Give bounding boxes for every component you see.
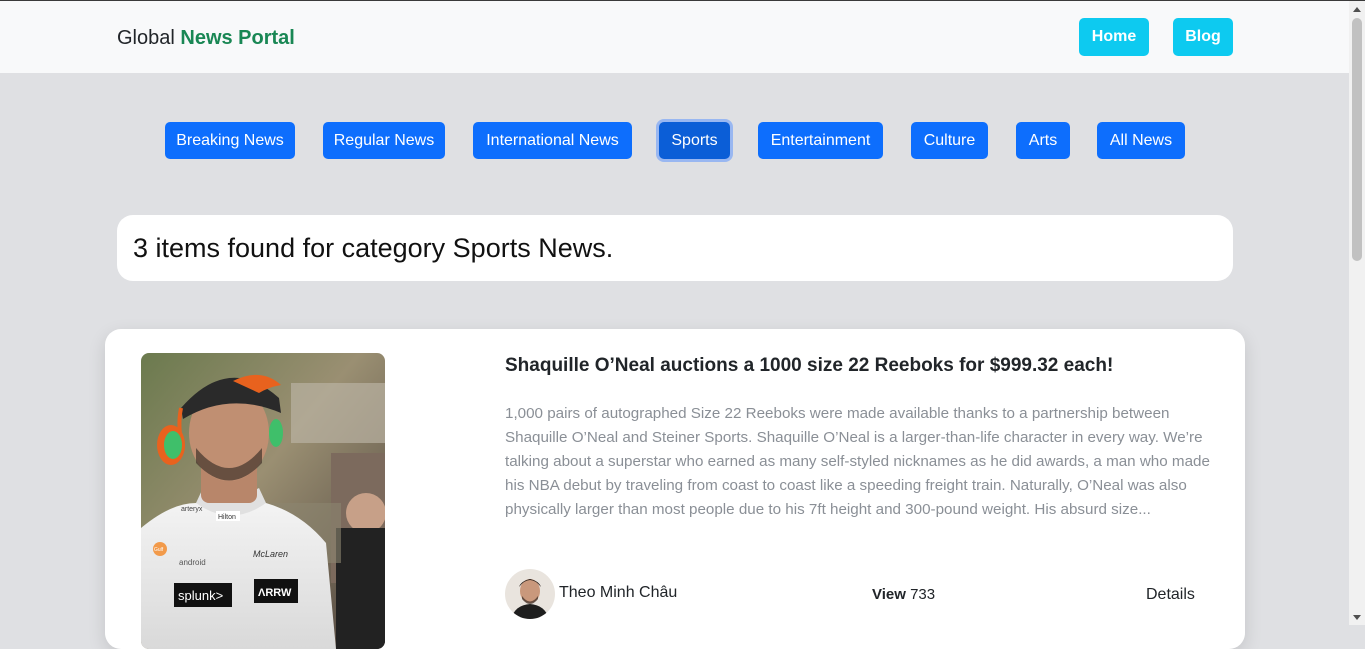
category-culture-button[interactable]: Culture (911, 122, 988, 159)
category-all-news-button[interactable]: All News (1097, 122, 1185, 159)
category-filter-bar: Breaking News Regular News International… (0, 122, 1349, 160)
splunk-logo: splunk> (178, 588, 223, 603)
author-avatar (505, 569, 555, 619)
author-name: Theo Minh Châu (559, 584, 678, 601)
blog-button[interactable]: Blog (1173, 18, 1233, 56)
category-international-news-button[interactable]: International News (473, 122, 632, 159)
brand-prefix: Global (117, 27, 175, 49)
category-arts-button[interactable]: Arts (1016, 122, 1070, 159)
brand-logo[interactable]: Global News Portal (117, 27, 295, 50)
view-count: View 733 (872, 586, 935, 603)
article-title[interactable]: Shaquille O’Neal auctions a 1000 size 22… (505, 355, 1225, 377)
home-button[interactable]: Home (1079, 18, 1149, 56)
arrow-logo: ΛRRW (258, 587, 292, 599)
gulf-logo: Gulf (154, 547, 164, 553)
scroll-down-arrow-icon[interactable] (1353, 615, 1361, 620)
brand-accent: News Portal (180, 27, 295, 49)
hilton-logo: Hilton (218, 514, 236, 521)
scrollbar-thumb[interactable] (1352, 18, 1362, 261)
article-photo[interactable]: splunk> ΛRRW McLaren Gulf android Hilton… (141, 353, 385, 649)
vertical-scrollbar[interactable] (1349, 1, 1365, 625)
view-label: View (872, 586, 906, 603)
view-number: 733 (910, 586, 936, 603)
category-regular-news-button[interactable]: Regular News (323, 122, 445, 159)
category-breaking-news-button[interactable]: Breaking News (165, 122, 295, 159)
category-entertainment-button[interactable]: Entertainment (758, 122, 883, 159)
details-link[interactable]: Details (1146, 586, 1195, 604)
news-card: splunk> ΛRRW McLaren Gulf android Hilton… (105, 329, 1245, 649)
mclaren-logo: McLaren (253, 549, 288, 559)
android-logo: android (179, 558, 206, 567)
article-excerpt: 1,000 pairs of autographed Size 22 Reebo… (505, 405, 1210, 518)
category-sports-button[interactable]: Sports (659, 122, 730, 159)
scroll-up-arrow-icon[interactable] (1353, 7, 1361, 12)
top-navbar: Global News Portal Home Blog (0, 1, 1349, 73)
arteryx-logo: arteryx (181, 506, 203, 513)
result-count-panel: 3 items found for category Sports News. (117, 215, 1233, 281)
result-count-text: 3 items found for category Sports News. (133, 233, 614, 263)
